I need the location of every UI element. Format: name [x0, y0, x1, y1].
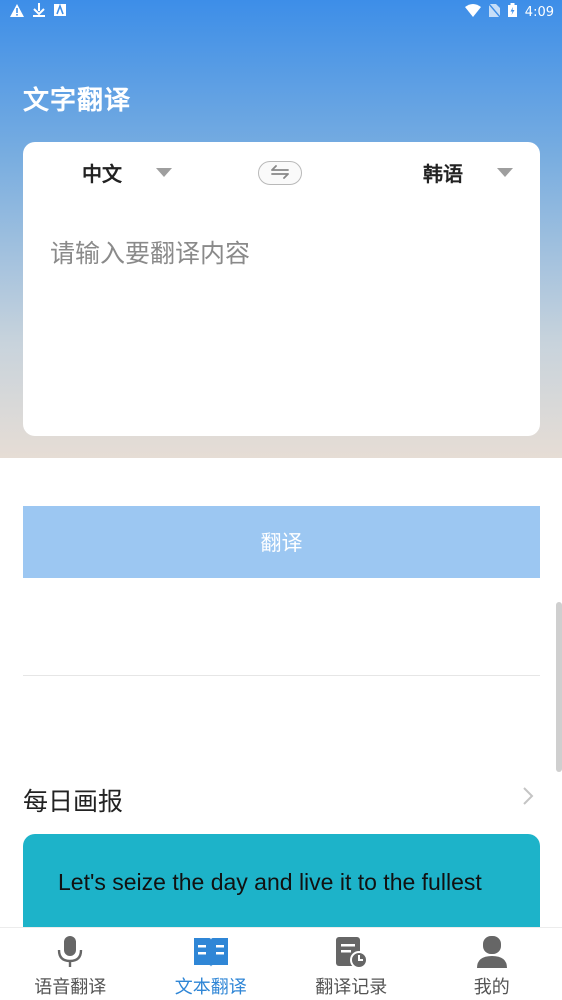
- person-icon: [476, 933, 508, 971]
- scrollbar[interactable]: [556, 602, 562, 772]
- divider: [23, 675, 540, 676]
- status-bar: 4:09: [0, 0, 562, 24]
- target-language-selector[interactable]: 韩语: [423, 158, 513, 187]
- target-language-label: 韩语: [423, 158, 463, 187]
- tab-label: 我的: [474, 973, 510, 999]
- translator-card: 中文 韩语: [23, 142, 540, 436]
- tab-voice-translate[interactable]: 语音翻译: [0, 928, 141, 1000]
- source-language-selector[interactable]: 中文: [82, 158, 172, 187]
- tab-label: 翻译记录: [315, 973, 387, 999]
- tab-history[interactable]: 翻译记录: [281, 928, 422, 1000]
- battery-icon: [508, 3, 517, 21]
- daily-section-title: 每日画报: [23, 782, 123, 818]
- warning-icon: [10, 4, 24, 21]
- download-icon: [33, 3, 45, 21]
- chevron-down-icon: [497, 168, 513, 177]
- swap-icon: [269, 164, 291, 183]
- microphone-icon: [55, 933, 85, 971]
- page-title: 文字翻译: [23, 80, 131, 117]
- tab-text-translate[interactable]: 文本翻译: [141, 928, 282, 1000]
- swap-languages-button[interactable]: [258, 161, 302, 185]
- bottom-tab-bar: 语音翻译 文本翻译 翻译记录: [0, 927, 562, 1000]
- wifi-icon: [465, 4, 481, 21]
- source-language-label: 中文: [82, 158, 122, 187]
- chevron-right-icon[interactable]: [522, 786, 534, 810]
- translation-input[interactable]: [48, 232, 522, 416]
- app-notification-icon: [54, 4, 66, 20]
- daily-quote-text: Let's seize the day and live it to the f…: [58, 864, 508, 900]
- tab-profile[interactable]: 我的: [422, 928, 562, 1000]
- tab-label: 文本翻译: [175, 973, 247, 999]
- book-icon: [192, 933, 230, 971]
- history-icon: [334, 933, 368, 971]
- no-sim-icon: [489, 4, 500, 21]
- chevron-down-icon: [156, 168, 172, 177]
- status-time: 4:09: [525, 5, 554, 20]
- translate-button[interactable]: 翻译: [23, 506, 540, 578]
- tab-label: 语音翻译: [34, 973, 106, 999]
